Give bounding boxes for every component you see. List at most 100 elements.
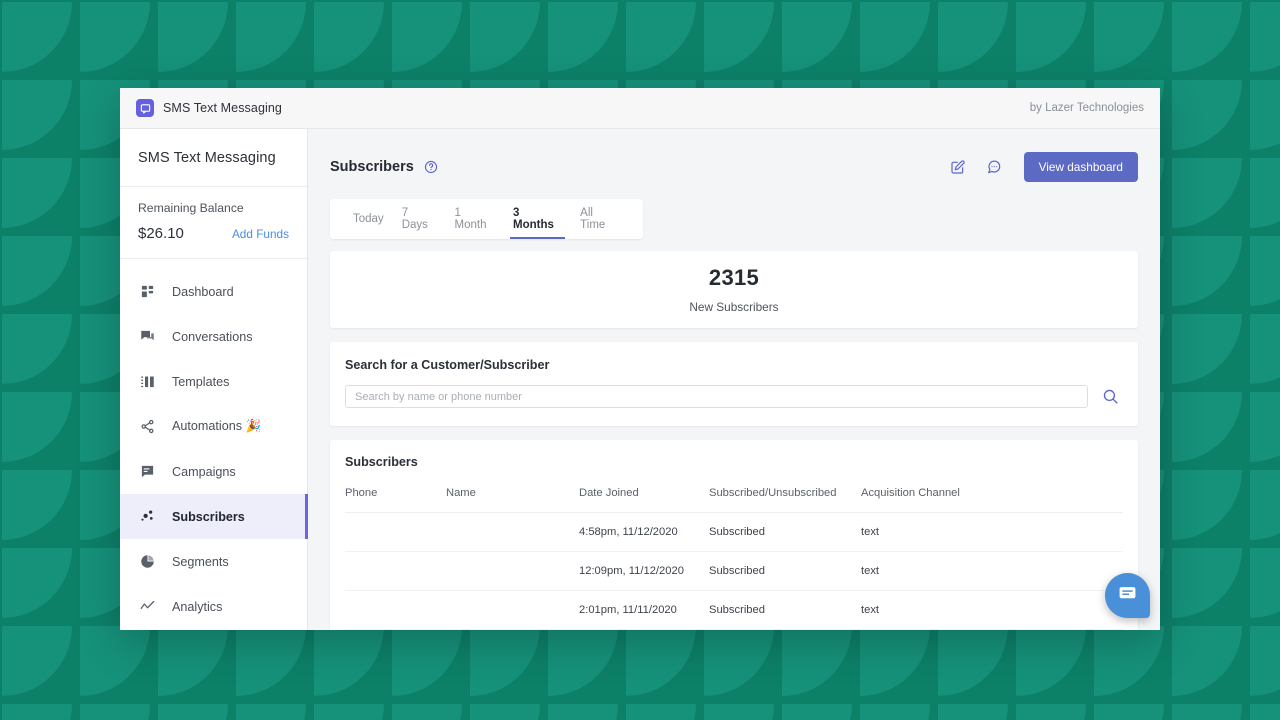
chat-bubble-icon: [1118, 584, 1137, 608]
cell-channel: text: [861, 590, 1123, 630]
sidebar-nav: Dashboard Conversations Templates Automa…: [120, 259, 308, 629]
cell-status: Subscribed: [709, 551, 861, 591]
subscribers-table: Phone Name Date Joined Subscribed/Unsubs…: [345, 487, 1123, 630]
dashboard-grid-icon: [138, 283, 156, 301]
column-header-name: Name: [446, 487, 579, 513]
sidebar-item-campaigns[interactable]: Campaigns: [120, 449, 307, 494]
table-head: Phone Name Date Joined Subscribed/Unsubs…: [345, 487, 1123, 513]
cell-name: [446, 512, 579, 552]
tab-3-months[interactable]: 3 Months: [504, 199, 571, 239]
cell-channel: text: [861, 629, 1123, 630]
column-header-subscription-status: Subscribed/Unsubscribed: [709, 487, 861, 513]
sidebar-item-templates[interactable]: Templates: [120, 359, 307, 404]
stat-value: 2315: [708, 265, 760, 290]
pie-chart-icon: [138, 553, 156, 571]
column-header-date-joined: Date Joined: [579, 487, 709, 513]
compose-edit-icon[interactable]: [950, 159, 966, 175]
balance-amount: $26.10: [138, 225, 184, 242]
cell-name: [446, 551, 579, 591]
window-titlebar: SMS Text Messaging by Lazer Technologies: [120, 88, 1160, 129]
column-header-acquisition-channel: Acquisition Channel: [861, 487, 1123, 513]
cell-name: [446, 629, 579, 630]
cell-status: Subscribed: [709, 629, 861, 630]
message-square-icon: [136, 99, 154, 117]
table-title: Subscribers: [345, 455, 418, 469]
sidebar-item-label: Templates: [172, 374, 230, 389]
tab-7-days[interactable]: 7 Days: [393, 199, 446, 239]
sidebar-item-automations[interactable]: Automations 🎉: [120, 404, 307, 449]
sidebar-brand: SMS Text Messaging: [120, 129, 307, 187]
cell-date-joined: 2:01pm, 11/11/2020: [579, 590, 709, 630]
window-title: SMS Text Messaging: [163, 101, 282, 115]
sidebar-item-label: Campaigns: [172, 464, 236, 479]
sidebar-item-analytics[interactable]: Analytics: [120, 584, 307, 629]
column-header-phone: Phone: [345, 487, 446, 513]
cell-phone: [345, 551, 446, 591]
cell-channel: text: [861, 512, 1123, 552]
share-nodes-icon: [138, 418, 156, 436]
sidebar-item-label: Conversations: [172, 329, 253, 344]
sidebar: SMS Text Messaging Remaining Balance $26…: [120, 129, 308, 630]
window-body: SMS Text Messaging Remaining Balance $26…: [120, 129, 1160, 630]
cell-channel: text: [861, 551, 1123, 591]
subscribers-icon: [138, 508, 156, 526]
sidebar-item-label: Subscribers: [172, 509, 245, 524]
sidebar-item-segments[interactable]: Segments: [120, 539, 307, 584]
tab-1-month[interactable]: 1 Month: [446, 199, 504, 239]
table-row[interactable]: 1:54pm, 11/11/2020 Subscribed text: [345, 629, 1123, 630]
table-row[interactable]: 4:58pm, 11/12/2020 Subscribed text: [345, 512, 1123, 552]
view-dashboard-button[interactable]: View dashboard: [1023, 152, 1138, 182]
sidebar-brand-label: SMS Text Messaging: [138, 149, 276, 166]
subscribers-table-card: Subscribers Phone Name Date Joined Subsc…: [330, 440, 1138, 630]
table-header-row: Phone Name Date Joined Subscribed/Unsubs…: [345, 487, 1123, 513]
cell-date-joined: 12:09pm, 11/12/2020: [579, 551, 709, 591]
search-heading: Search for a Customer/Subscriber: [345, 358, 550, 372]
campaign-bubble-icon: [138, 463, 156, 481]
new-subscribers-stat-card: 2315 New Subscribers: [330, 251, 1138, 328]
chat-widget-button[interactable]: [1105, 573, 1150, 618]
cell-phone: [345, 590, 446, 630]
tab-today[interactable]: Today: [344, 199, 393, 239]
add-funds-link[interactable]: Add Funds: [232, 227, 289, 241]
cell-status: Subscribed: [709, 512, 861, 552]
remaining-balance-block: Remaining Balance $26.10 Add Funds: [120, 187, 307, 259]
table-row[interactable]: 12:09pm, 11/12/2020 Subscribed text: [345, 551, 1123, 591]
stat-label: New Subscribers: [689, 300, 779, 314]
main-content: Subscribers View dashboard Today 7 Days …: [308, 129, 1160, 630]
search-row: [345, 385, 1123, 408]
chat-dots-icon[interactable]: [986, 159, 1002, 175]
window-credit: by Lazer Technologies: [1029, 102, 1144, 114]
balance-row: $26.10 Add Funds: [138, 225, 289, 242]
sidebar-item-subscribers[interactable]: Subscribers: [120, 494, 308, 539]
table-row[interactable]: 2:01pm, 11/11/2020 Subscribed text: [345, 590, 1123, 630]
cell-status: Subscribed: [709, 590, 861, 630]
tab-all-time[interactable]: All Time: [571, 199, 629, 239]
help-circle-icon[interactable]: [424, 160, 438, 174]
app-window: SMS Text Messaging by Lazer Technologies…: [120, 88, 1160, 630]
cell-date-joined: 1:54pm, 11/11/2020: [579, 629, 709, 630]
search-input[interactable]: [345, 385, 1088, 408]
titlebar-left-group: SMS Text Messaging: [136, 99, 282, 117]
timeframe-tabs: Today 7 Days 1 Month 3 Months All Time: [330, 199, 643, 239]
trend-line-icon: [138, 598, 156, 616]
header-actions: View dashboard: [950, 152, 1138, 182]
sidebar-item-conversations[interactable]: Conversations: [120, 314, 307, 359]
sidebar-item-label: Automations 🎉: [172, 419, 262, 433]
cell-date-joined: 4:58pm, 11/12/2020: [579, 512, 709, 552]
sidebar-item-dashboard[interactable]: Dashboard: [120, 269, 307, 314]
cell-phone: [345, 512, 446, 552]
page-title-group: Subscribers: [330, 159, 438, 175]
sidebar-item-label: Segments: [172, 554, 229, 569]
table-body: 4:58pm, 11/12/2020 Subscribed text 12:09…: [345, 512, 1123, 630]
main-header: Subscribers View dashboard: [330, 145, 1138, 189]
chat-bubbles-icon: [138, 328, 156, 346]
page-title: Subscribers: [330, 159, 414, 175]
sidebar-item-label: Analytics: [172, 599, 223, 614]
sidebar-item-label: Dashboard: [172, 284, 234, 299]
balance-label: Remaining Balance: [138, 201, 244, 215]
cell-phone: [345, 629, 446, 630]
search-icon[interactable]: [1102, 388, 1123, 405]
search-card: Search for a Customer/Subscriber: [330, 342, 1138, 426]
cell-name: [446, 590, 579, 630]
template-list-icon: [138, 373, 156, 391]
